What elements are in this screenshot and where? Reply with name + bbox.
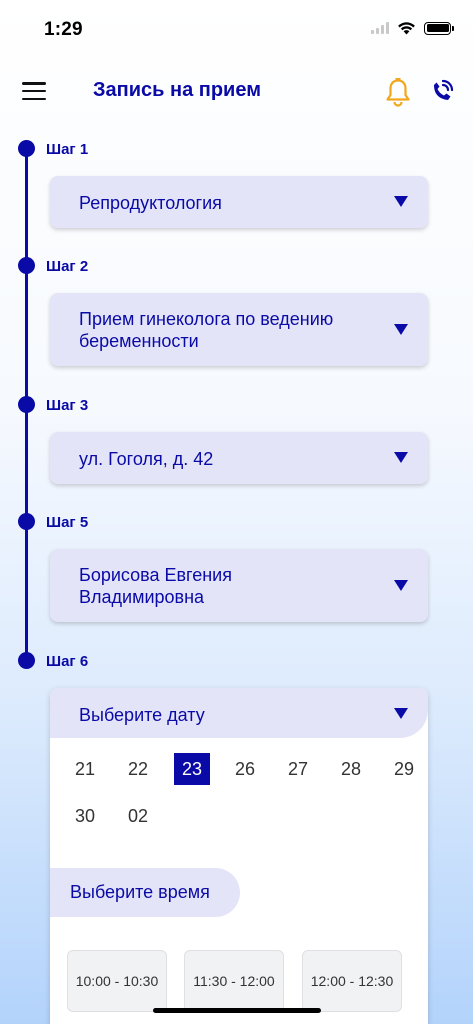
specialty-value: Репродуктология bbox=[79, 193, 222, 213]
doctor-value-line1: Борисова Евгения bbox=[79, 565, 232, 585]
doctor-select[interactable]: Борисова Евгения Владимировна bbox=[50, 549, 428, 622]
date-select-label: Выберите дату bbox=[79, 705, 205, 725]
time-section-title: Выберите время bbox=[70, 882, 210, 902]
specialty-select[interactable]: Репродуктология bbox=[50, 176, 428, 228]
date-day[interactable]: 29 bbox=[386, 753, 422, 785]
service-value-line1: Прием гинеколога по ведению bbox=[79, 309, 334, 329]
chevron-down-icon bbox=[394, 452, 408, 463]
app-header: Запись на прием bbox=[0, 70, 473, 114]
status-bar: 1:29 bbox=[0, 0, 473, 56]
step-marker-3 bbox=[18, 396, 35, 413]
date-day[interactable]: 28 bbox=[333, 753, 369, 785]
phone-icon[interactable] bbox=[427, 76, 457, 106]
date-select[interactable]: Выберите дату bbox=[50, 688, 428, 738]
time-slot[interactable]: 12:00 - 12:30 bbox=[302, 950, 402, 1012]
service-select[interactable]: Прием гинеколога по ведению беременности bbox=[50, 293, 428, 366]
chevron-down-icon bbox=[394, 196, 408, 207]
step-label-3: Шаг 3 bbox=[46, 397, 89, 414]
step-marker-6 bbox=[18, 652, 35, 669]
address-value: ул. Гоголя, д. 42 bbox=[79, 449, 214, 469]
step-label-6: Шаг 6 bbox=[46, 653, 89, 670]
step-marker-5 bbox=[18, 513, 35, 530]
home-indicator bbox=[153, 1008, 321, 1013]
step-label-2: Шаг 2 bbox=[46, 258, 89, 275]
step-label-5: Шаг 5 bbox=[46, 514, 89, 531]
battery-icon bbox=[424, 21, 454, 35]
date-day[interactable]: 02 bbox=[120, 800, 156, 832]
date-picker-card: Выберите дату 21 22 23 26 27 28 29 30 02… bbox=[50, 688, 428, 1024]
service-value-line2: беременности bbox=[79, 331, 199, 351]
page-title: Запись на прием bbox=[93, 79, 262, 101]
doctor-value-line2: Владимировна bbox=[79, 587, 205, 607]
time-section-header: Выберите время bbox=[50, 868, 240, 917]
bell-icon[interactable] bbox=[384, 77, 412, 107]
status-icons bbox=[371, 21, 454, 35]
time-slot[interactable]: 11:30 - 12:00 bbox=[184, 950, 284, 1012]
address-select[interactable]: ул. Гоголя, д. 42 bbox=[50, 432, 428, 484]
date-day[interactable]: 26 bbox=[227, 753, 263, 785]
chevron-down-icon bbox=[394, 580, 408, 591]
chevron-down-icon bbox=[394, 708, 408, 719]
time-slot[interactable]: 10:00 - 10:30 bbox=[67, 950, 167, 1012]
status-time: 1:29 bbox=[44, 19, 83, 40]
date-day[interactable]: 21 bbox=[67, 753, 103, 785]
menu-icon[interactable] bbox=[22, 82, 46, 100]
signal-icon bbox=[371, 22, 389, 34]
step-marker-2 bbox=[18, 257, 35, 274]
step-marker-1 bbox=[18, 140, 35, 157]
date-day-selected[interactable]: 23 bbox=[174, 753, 210, 785]
wifi-icon bbox=[398, 22, 415, 35]
date-day[interactable]: 22 bbox=[120, 753, 156, 785]
chevron-down-icon bbox=[394, 324, 408, 335]
step-label-1: Шаг 1 bbox=[46, 141, 89, 158]
date-day[interactable]: 30 bbox=[67, 800, 103, 832]
date-day[interactable]: 27 bbox=[280, 753, 316, 785]
